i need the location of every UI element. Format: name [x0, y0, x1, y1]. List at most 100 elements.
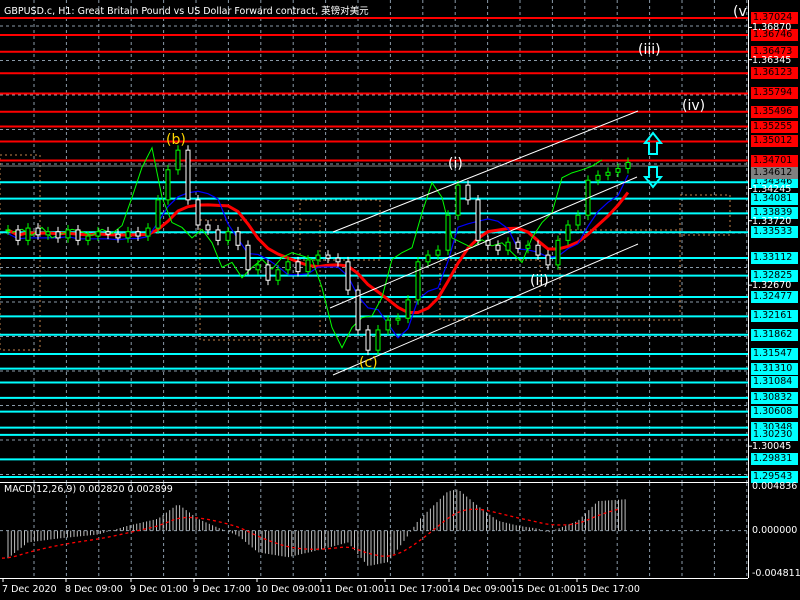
wave-label: (b) [166, 132, 186, 148]
support-price-label: 1.30608 [751, 405, 798, 418]
support-price-label: 1.29831 [751, 453, 798, 466]
support-price-label: 1.31547 [751, 348, 798, 361]
support-price-label: 1.33112 [751, 252, 798, 265]
time-axis-label: 15 Dec 17:00 [576, 584, 640, 595]
candle-body [35, 227, 41, 236]
channel-trendline [329, 176, 638, 309]
macd-signal-line [1, 508, 620, 559]
candle-body [345, 261, 351, 291]
candle-body [385, 319, 391, 331]
candle-body [325, 254, 331, 259]
candle-body [175, 149, 181, 171]
candle-body [185, 149, 191, 201]
candle-body [525, 244, 531, 249]
candle-body [55, 231, 61, 239]
candle-body [165, 169, 171, 201]
candle-body [425, 254, 431, 263]
candle-body [565, 224, 571, 241]
candle-body [445, 214, 451, 251]
candle-body [395, 317, 401, 321]
candle-body [285, 261, 291, 271]
candle-body [65, 229, 71, 239]
price-axis-tick: 1.36870 [752, 22, 792, 34]
candle-body [405, 299, 411, 319]
candle-body [205, 224, 211, 231]
support-price-label: 1.33533 [751, 226, 798, 239]
macd-axis-tick: 0.004836 [752, 481, 798, 492]
time-axis-label: 9 Dec 17:00 [193, 584, 251, 595]
candle-body [555, 239, 561, 266]
candle-body [495, 244, 501, 251]
candle-body [545, 254, 551, 266]
candle-body [515, 241, 521, 249]
candle-body [315, 254, 321, 261]
support-price-label: 1.31862 [751, 328, 798, 341]
candle-body [365, 329, 371, 351]
candle-body [375, 329, 381, 351]
support-price-label: 1.31084 [751, 376, 798, 389]
candle-body [615, 168, 621, 173]
candle-body [75, 229, 81, 241]
ichimoku-cloud [299, 199, 381, 261]
chikou-line [11, 146, 603, 349]
candle-body [215, 229, 221, 241]
time-axis-label: 9 Dec 01:00 [130, 584, 188, 595]
candle-body [25, 227, 31, 241]
price-axis-tick: 1.33720 [752, 215, 792, 227]
candle-body [125, 231, 131, 239]
wave-label: (iii) [638, 42, 661, 58]
wave-label: (iv) [682, 98, 706, 114]
candle-body [105, 231, 111, 235]
resistance-price-label: 1.35012 [751, 135, 798, 148]
price-axis-tick: 1.36345 [752, 54, 792, 66]
time-axis-label: 10 Dec 09:00 [256, 584, 320, 595]
time-axis-label: 7 Dec 2020 [2, 584, 57, 595]
current-price-label: 1.34612 [751, 166, 798, 179]
support-price-label: 1.32161 [751, 310, 798, 323]
candle-body [245, 244, 251, 271]
candle-body [335, 257, 341, 263]
candle-body [625, 161, 631, 170]
candle-body [225, 231, 231, 241]
channel-trendline [332, 243, 639, 376]
resistance-price-label: 1.35496 [751, 105, 798, 118]
macd-axis-tick: 0.000000 [752, 525, 798, 536]
time-axis-label: 14 Dec 09:00 [448, 584, 512, 595]
arrow-down-icon [642, 166, 664, 189]
candle-body [295, 261, 301, 273]
time-axis-label: 11 Dec 01:00 [320, 584, 384, 595]
support-price-label: 1.31310 [751, 362, 798, 375]
candle-body [595, 174, 601, 181]
price-axis-tick: 1.34245 [752, 183, 792, 195]
resistance-price-label: 1.35255 [751, 120, 798, 133]
candle-body [145, 227, 151, 237]
candle-body [505, 241, 511, 251]
candle-body [575, 214, 581, 226]
wave-label: (i) [448, 156, 463, 172]
support-price-label: 1.30832 [751, 391, 798, 404]
candle-body [455, 184, 461, 216]
support-price-label: 1.30230 [751, 428, 798, 441]
wave-label: (ii) [530, 273, 549, 289]
wave-label: (c) [359, 355, 378, 371]
candle-body [115, 233, 121, 239]
price-chart[interactable] [0, 0, 800, 600]
candle-body [435, 249, 441, 256]
candle-body [45, 231, 51, 236]
price-axis-tick: 1.32670 [752, 280, 792, 292]
time-axis-label: 15 Dec 01:00 [512, 584, 576, 595]
macd-axis-tick: -0.004811 [752, 568, 800, 579]
support-price-label: 1.32477 [751, 290, 798, 303]
arrow-up-icon [642, 131, 664, 155]
ichimoku-cloud [679, 194, 731, 236]
macd-title: MACD(12,26,9) 0.002820 0.002899 [4, 484, 173, 495]
candle-body [15, 229, 21, 241]
time-axis-label: 11 Dec 17:00 [384, 584, 448, 595]
resistance-price-label: 1.35794 [751, 87, 798, 100]
candle-body [415, 261, 421, 301]
wave-label: (v [733, 4, 747, 20]
candle-body [475, 199, 481, 241]
candle-body [155, 199, 161, 229]
time-axis-label: 8 Dec 09:00 [65, 584, 123, 595]
resistance-price-label: 1.36123 [751, 67, 798, 80]
